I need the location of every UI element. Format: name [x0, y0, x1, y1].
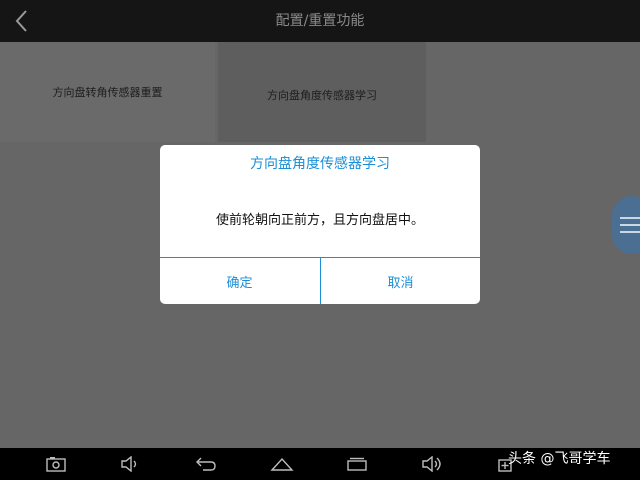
cancel-button[interactable]: 取消 — [321, 258, 480, 304]
screenshot-button[interactable] — [40, 450, 72, 478]
cancel-button-label: 取消 — [387, 275, 414, 291]
volume-down-icon — [121, 456, 137, 472]
recent-apps-icon — [347, 457, 367, 471]
ok-button[interactable]: 确定 — [160, 258, 319, 304]
home-icon — [270, 457, 294, 471]
tile-label: 方向盘角度传感器学习 — [267, 89, 377, 102]
steering-angle-sensor-learn-tile[interactable]: 方向盘角度传感器学习 — [218, 42, 426, 142]
title-bar: 配置/重置功能 — [0, 0, 640, 42]
watermark: 头条 @飞哥学车 — [508, 451, 611, 467]
volume-down-button[interactable] — [114, 450, 146, 478]
screenshot-icon — [46, 457, 66, 472]
dialog-title: 方向盘角度传感器学习 — [250, 156, 390, 172]
steering-angle-sensor-reset-tile[interactable]: 方向盘转角传感器重置 — [0, 42, 215, 142]
tile-label: 方向盘转角传感器重置 — [52, 86, 163, 99]
volume-up-button[interactable] — [416, 450, 448, 478]
back-icon — [196, 457, 216, 471]
dialog-message: 使前轮朝向正前方，且方向盘居中。 — [215, 213, 424, 228]
function-tiles: 方向盘转角传感器重置 方向盘角度传感器学习 — [0, 42, 640, 142]
confirm-dialog: 方向盘角度传感器学习 使前轮朝向正前方，且方向盘居中。 确定 取消 — [160, 145, 480, 304]
recent-apps-button[interactable] — [341, 450, 373, 478]
side-menu-button[interactable] — [612, 196, 640, 254]
home-button[interactable] — [266, 450, 298, 478]
nav-back-button[interactable] — [190, 450, 222, 478]
volume-up-icon — [422, 456, 441, 472]
page-title: 配置/重置功能 — [275, 13, 365, 29]
ok-button-label: 确定 — [226, 275, 253, 291]
